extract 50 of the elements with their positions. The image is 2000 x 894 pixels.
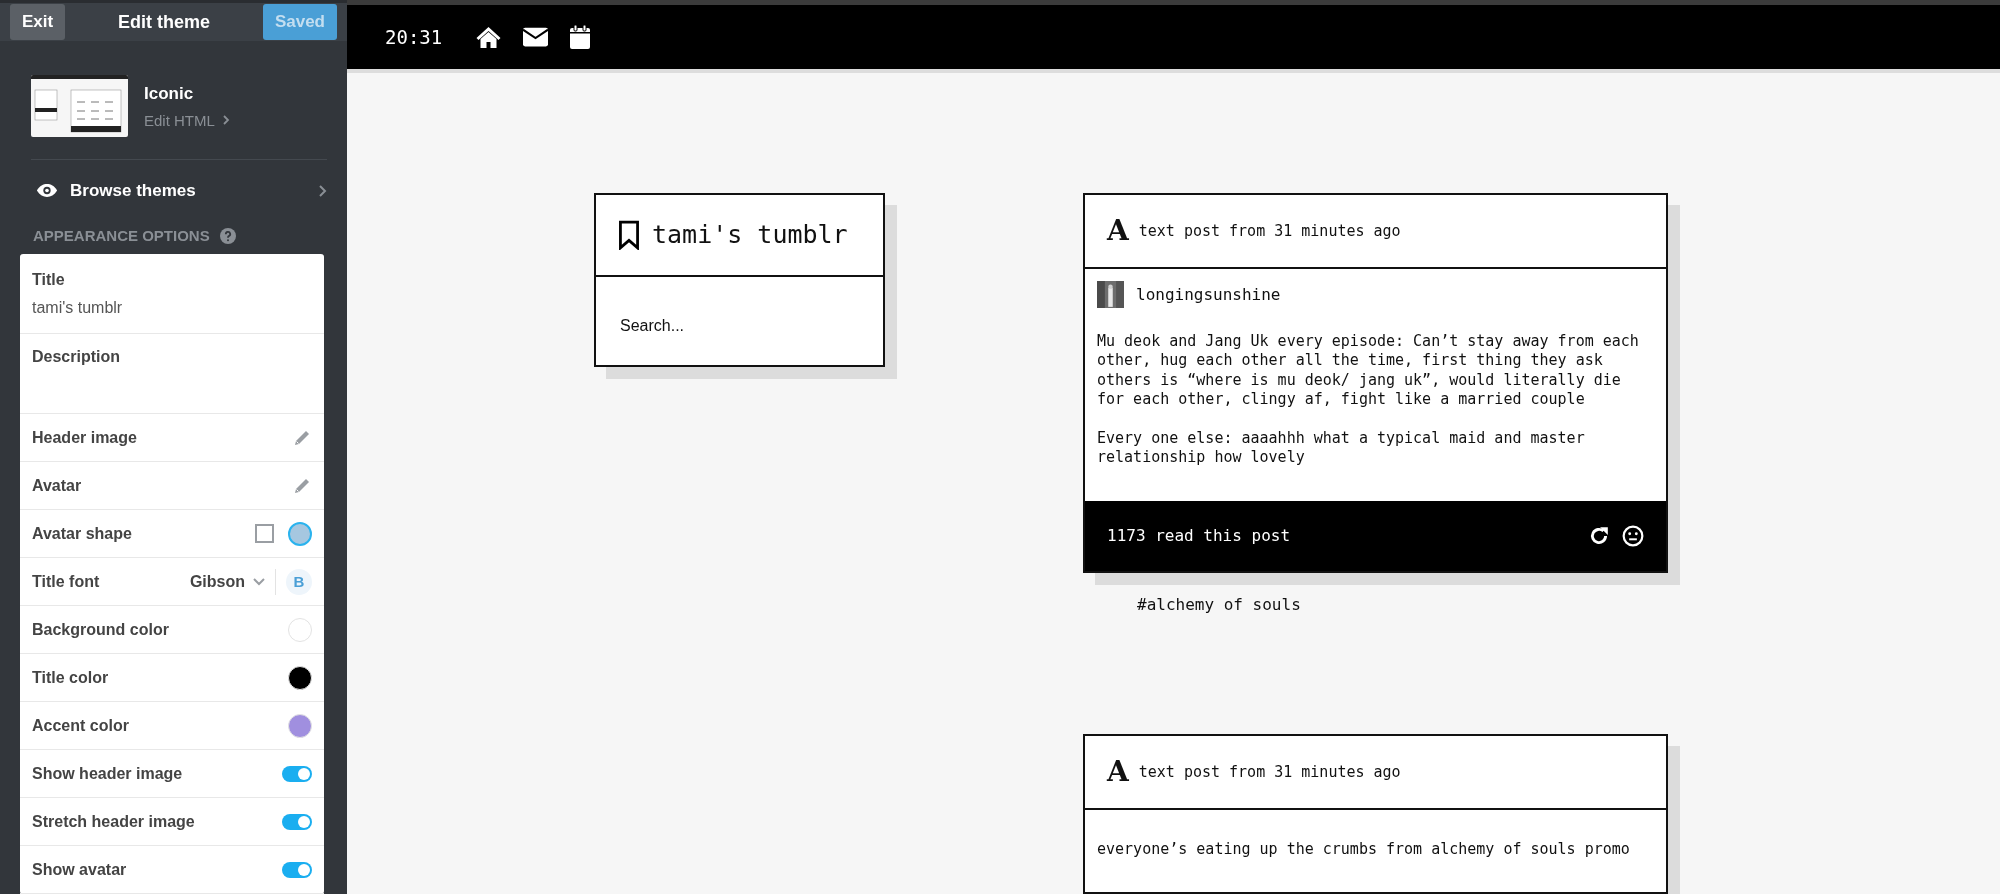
- chevron-icon: [221, 114, 230, 127]
- option-label: Stretch header image: [32, 812, 196, 831]
- chevron-icon: [317, 183, 327, 198]
- toggle-switch[interactable]: [282, 813, 312, 830]
- option-label: Title: [32, 270, 65, 289]
- blog-title: tami's tumblr: [652, 220, 848, 249]
- option-label: Avatar: [32, 476, 83, 495]
- option-label: Show header image: [32, 764, 184, 783]
- post-text: everyone’s eating up the crumbs from alchemy of souls promo: [1097, 839, 1631, 859]
- toggle-switch[interactable]: [282, 765, 312, 782]
- post-text: Mu deok and Jang Uk every episode: Can’t stay away from each other, hug each other all the time, first thing they ask others is “where is mu deok/ jang uk”, would literally die for each other, clingy af, fight like a married couple: [1097, 331, 1640, 410]
- eye-icon: [36, 183, 58, 199]
- option-label: Avatar shape: [32, 524, 133, 543]
- option-label: Title color: [32, 668, 110, 687]
- option-label: Header image: [32, 428, 138, 447]
- calendar-icon[interactable]: [570, 24, 591, 49]
- caret-icon: [253, 577, 265, 586]
- square-shape-option[interactable]: [255, 524, 274, 543]
- smiley-icon[interactable]: [1622, 524, 1644, 547]
- reblog-icon[interactable]: [1588, 524, 1610, 547]
- text-post-icon: A: [1107, 755, 1129, 788]
- mail-icon[interactable]: [523, 25, 549, 48]
- post-meta: text post from 31 minutes ago: [1138, 762, 1401, 781]
- theme-name: Iconic: [144, 83, 195, 104]
- font-dropdown[interactable]: Gibson: [189, 572, 265, 591]
- help-icon[interactable]: [219, 227, 236, 244]
- post-text: Every one else: aaaahhh what a typical maid and master relationship how lovely: [1097, 428, 1586, 468]
- option-label: Accent color: [32, 716, 130, 735]
- edit-html-link[interactable]: Edit HTML: [144, 111, 230, 129]
- exit-button[interactable]: Exit: [10, 4, 66, 41]
- bookmark-icon: [618, 219, 640, 250]
- text-post-icon: A: [1107, 214, 1129, 247]
- option-label: Show avatar: [32, 860, 128, 879]
- post-meta: text post from 31 minutes ago: [1138, 221, 1401, 240]
- color-swatch[interactable]: [288, 713, 312, 738]
- clock-time: 20:31: [385, 25, 443, 48]
- toggle-switch[interactable]: [282, 861, 312, 878]
- notes-count: 1173 read this post: [1107, 526, 1292, 545]
- post-tag[interactable]: #alchemy of souls: [1137, 594, 1301, 614]
- option-label: Description: [32, 348, 120, 366]
- browse-themes-item[interactable]: Browse themes: [0, 160, 347, 201]
- home-icon[interactable]: [476, 25, 502, 48]
- option-label: Title font: [32, 572, 101, 591]
- author-link[interactable]: longingsunshine: [1136, 284, 1281, 304]
- option-label: Background color: [32, 620, 170, 639]
- section-heading: APPEARANCE OPTIONS: [33, 227, 210, 244]
- editor-title: Edit theme: [118, 11, 211, 33]
- circle-shape-option[interactable]: [288, 521, 312, 546]
- color-swatch[interactable]: [288, 665, 312, 690]
- color-swatch[interactable]: [288, 617, 312, 642]
